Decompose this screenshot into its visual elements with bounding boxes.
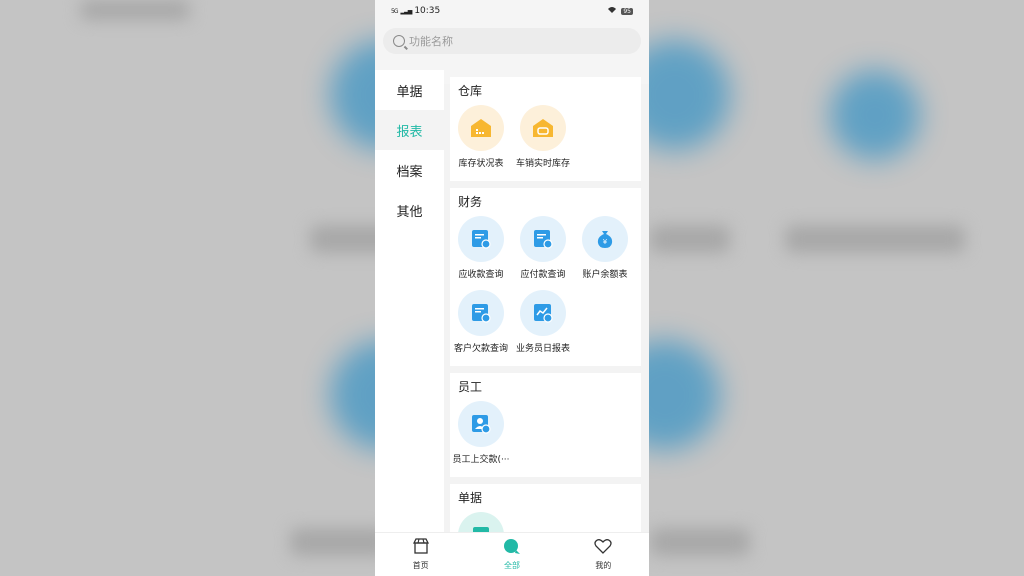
battery-indicator: 95 [621, 7, 633, 15]
tile-label: 员工上交款(··· [452, 455, 510, 465]
tile-label: 应付款查询 [520, 270, 566, 280]
daily-report-icon [520, 290, 566, 336]
tab-label: 全部 [503, 561, 520, 570]
payable-doc-icon [520, 216, 566, 262]
all-icon [503, 538, 521, 558]
van-inventory-icon [520, 105, 566, 151]
tab-home[interactable]: 首页 [375, 533, 466, 576]
tile-receivables[interactable]: 应收款查询 [450, 212, 512, 282]
search-placeholder: 功能名称 [409, 35, 453, 48]
function-list: 仓库 库存状况表 车销实时库存 财务 应收款查询 应付款查询 ¥ 账户余额表 客… [444, 70, 649, 532]
customer-debt-icon [458, 290, 504, 336]
heart-icon [594, 538, 612, 558]
search-input[interactable]: 功能名称 [383, 28, 641, 54]
document-icon [458, 512, 504, 532]
tab-mine[interactable]: 我的 [558, 533, 649, 576]
section-employee: 员工 员工上交款(··· [450, 373, 641, 477]
section-documents: 单据 [450, 484, 641, 532]
phone-screen: 5G ▂▃▅ 10:35 95 功能名称 单据 报表 档案 其他 仓库 库存状况… [375, 0, 649, 576]
section-title: 单据 [458, 491, 483, 505]
money-bag-icon: ¥ [582, 216, 628, 262]
sidebar-item-documents[interactable]: 单据 [375, 70, 444, 110]
wifi-icon [607, 6, 617, 17]
section-warehouse: 仓库 库存状况表 车销实时库存 [450, 77, 641, 181]
status-bar: 5G ▂▃▅ 10:35 95 [375, 0, 649, 22]
tile-label: 业务员日报表 [515, 344, 570, 354]
warehouse-icon [458, 105, 504, 151]
tile-label: 应收款查询 [458, 270, 504, 280]
sidebar-item-archives[interactable]: 档案 [375, 150, 444, 190]
bottom-tab-bar: 首页 全部 我的 [375, 532, 649, 576]
tile-account-balance[interactable]: ¥ 账户余额表 [574, 212, 636, 282]
tile-salesperson-daily[interactable]: 业务员日报表 [512, 286, 574, 356]
tile-employee-payment[interactable]: 员工上交款(··· [450, 397, 512, 467]
status-time: 10:35 [414, 6, 441, 16]
tile-label: 车销实时库存 [515, 159, 570, 169]
section-title: 仓库 [458, 84, 483, 98]
tile-label: 账户余额表 [582, 270, 628, 280]
tile-customer-debt[interactable]: 客户欠款查询 [450, 286, 512, 356]
tile-inventory-status[interactable]: 库存状况表 [450, 101, 512, 171]
tile-label: 库存状况表 [458, 159, 504, 169]
signal-icon: ▂▃▅ [400, 7, 412, 15]
store-icon [412, 538, 430, 558]
category-sidebar: 单据 报表 档案 其他 [375, 70, 444, 532]
network-indicator: 5G [391, 7, 399, 15]
sidebar-item-other[interactable]: 其他 [375, 190, 444, 230]
tile-van-inventory[interactable]: 车销实时库存 [512, 101, 574, 171]
tab-label: 我的 [595, 561, 612, 570]
search-icon [393, 35, 405, 47]
sidebar-item-reports[interactable]: 报表 [375, 110, 444, 150]
receivable-doc-icon [458, 216, 504, 262]
section-title: 财务 [458, 195, 483, 209]
tile-payables[interactable]: 应付款查询 [512, 212, 574, 282]
svg-text:¥: ¥ [603, 238, 608, 246]
content-area: 单据 报表 档案 其他 仓库 库存状况表 车销实时库存 财务 应收款查询 应付款… [375, 70, 649, 532]
tile-label: 客户欠款查询 [453, 344, 508, 354]
tab-all[interactable]: 全部 [466, 533, 557, 576]
tile-document[interactable] [450, 508, 512, 532]
tab-label: 首页 [412, 561, 429, 570]
section-finance: 财务 应收款查询 应付款查询 ¥ 账户余额表 客户欠款查询 业务员日报表 [450, 188, 641, 366]
section-title: 员工 [458, 380, 483, 394]
employee-payment-icon [458, 401, 504, 447]
